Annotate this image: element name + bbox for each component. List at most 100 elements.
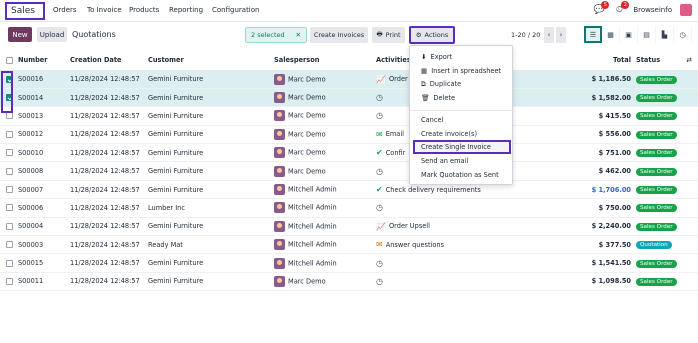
menu-to-invoice[interactable]: To Invoice: [87, 6, 122, 14]
customer-name: Gemini Furniture: [148, 185, 204, 194]
chart-icon[interactable]: 📈: [376, 75, 386, 84]
order-total-value: $ 2,240.00: [591, 222, 631, 231]
menu-item-insert-spreadsheet[interactable]: ▦ Insert in spreadsheet: [421, 65, 501, 77]
status-cell: Sales Order: [636, 107, 698, 125]
salesperson-name: Mitchell Admin: [288, 240, 337, 249]
optional-columns-icon[interactable]: ⇄: [686, 56, 692, 64]
menu-orders[interactable]: Orders: [53, 6, 77, 14]
create-invoices-button[interactable]: Create Invoices: [310, 27, 368, 43]
email-icon[interactable]: ✉: [376, 130, 383, 139]
table-row[interactable]: S00011 11/28/2024 12:48:57 Gemini Furnitur…: [0, 272, 698, 291]
order-total-value: $ 1,582.00: [591, 93, 631, 102]
user-avatar[interactable]: [680, 4, 692, 16]
menu-divider: [410, 110, 514, 111]
kanban-view-icon[interactable]: ▦: [602, 26, 620, 43]
order-number: S00011: [18, 277, 44, 286]
select-all-checkbox[interactable]: [6, 56, 13, 64]
header-total[interactable]: Total: [546, 51, 636, 71]
menu-item-create-invoices[interactable]: Create invoice(s): [421, 128, 477, 140]
clock-icon[interactable]: ◷: [376, 167, 383, 176]
menu-configuration[interactable]: Configuration: [212, 6, 259, 14]
salesperson-avatar: [274, 239, 285, 251]
creation-date: 11/28/2024 12:48:57: [70, 222, 140, 231]
menu-item-delete[interactable]: 🗑 Delete: [421, 92, 455, 104]
clock-icon[interactable]: ◷: [376, 111, 383, 120]
header-number[interactable]: Number: [18, 51, 70, 71]
menu-reporting[interactable]: Reporting: [169, 6, 203, 14]
activity-cell[interactable]: ◷: [376, 254, 546, 272]
menu-item-mark-sent[interactable]: Mark Quotation as Sent: [421, 169, 499, 181]
table-row[interactable]: S00013 11/28/2024 12:48:57 Gemini Furnitur…: [0, 107, 698, 126]
chart-icon[interactable]: 📈: [376, 222, 386, 231]
menu-item-cancel[interactable]: Cancel: [421, 114, 443, 126]
order-number: S00004: [18, 222, 44, 231]
menu-item-duplicate[interactable]: ⧉ Duplicate: [421, 78, 461, 90]
activity-clock-icon[interactable]: ⏲ 2: [613, 1, 630, 16]
table-row[interactable]: S00006 11/28/2024 12:48:57 Lumber Inc Mitch…: [0, 199, 698, 218]
table-row[interactable]: S00015 11/28/2024 12:48:57 Gemini Furnitur…: [0, 254, 698, 273]
clock-icon[interactable]: ◷: [376, 203, 383, 212]
menu-item-export[interactable]: ⬇ Export: [421, 51, 452, 63]
activity-view-icon[interactable]: ◷: [674, 26, 692, 43]
creation-date: 11/28/2024 12:48:57: [70, 240, 140, 249]
header-customer[interactable]: Customer: [148, 51, 274, 71]
status-badge: Sales Order: [636, 167, 677, 176]
table-row[interactable]: S00014 11/28/2024 12:48:57 Gemini Furnitur…: [0, 88, 698, 107]
order-total: $ 377.50: [546, 236, 636, 254]
order-number: S00008: [18, 167, 44, 176]
row-checkbox[interactable]: [6, 149, 13, 157]
pager-value[interactable]: 1-20 / 20: [511, 31, 540, 39]
clock-icon[interactable]: ◷: [376, 93, 383, 102]
salesperson-avatar: [274, 184, 285, 196]
creation-date: 11/28/2024 12:48:57: [70, 93, 140, 102]
actions-button[interactable]: ⚙ Actions: [409, 26, 455, 44]
header-status[interactable]: Status ⇄: [636, 51, 698, 71]
email-icon[interactable]: ✉: [376, 240, 383, 249]
check-icon[interactable]: ✔: [376, 185, 383, 194]
row-checkbox[interactable]: [6, 259, 13, 267]
row-checkbox[interactable]: [6, 167, 13, 175]
chat-icon[interactable]: 💬 5: [593, 1, 610, 16]
selection-counter[interactable]: 2 selected ✕: [245, 27, 307, 43]
graph-view-icon[interactable]: ▙: [656, 26, 674, 43]
table-row[interactable]: S00016 11/28/2024 12:48:57 Gemini Furnitur…: [0, 70, 698, 89]
upload-button[interactable]: Upload: [37, 27, 67, 42]
row-checkbox[interactable]: [6, 204, 13, 212]
row-checkbox[interactable]: [6, 130, 13, 138]
clock-icon[interactable]: ◷: [376, 259, 383, 268]
activity-cell[interactable]: 📈 Order Upsell: [376, 217, 546, 235]
order-total-value: $ 556.00: [598, 130, 631, 139]
table-row[interactable]: S00012 11/28/2024 12:48:57 Gemini Furnitur…: [0, 125, 698, 144]
check-icon[interactable]: ✔: [376, 148, 383, 157]
pager-next-button[interactable]: ›: [556, 27, 566, 43]
row-checkbox[interactable]: [6, 186, 13, 194]
row-checkbox[interactable]: [6, 277, 13, 285]
pager-previous-button[interactable]: ‹: [544, 27, 554, 43]
row-checkbox[interactable]: [6, 241, 13, 249]
app-name-sales[interactable]: Sales: [5, 2, 45, 20]
calendar-view-icon[interactable]: ▣: [620, 26, 638, 43]
activity-cell[interactable]: ◷: [376, 272, 546, 290]
menu-item-send-email[interactable]: Send an email: [421, 155, 468, 167]
table-row[interactable]: S00007 11/28/2024 12:48:57 Gemini Furnitur…: [0, 180, 698, 199]
row-checkbox[interactable]: [6, 222, 13, 230]
list-view-icon[interactable]: ☰: [584, 26, 602, 43]
menu-item-create-single-invoice[interactable]: Create Single Invoice: [421, 141, 491, 153]
header-creation-date[interactable]: Creation Date: [70, 51, 148, 71]
pivot-view-icon[interactable]: ▤: [638, 26, 656, 43]
table-row[interactable]: S00003 11/28/2024 12:48:57 Ready Mat Mitche…: [0, 236, 698, 254]
activity-cell[interactable]: ✉ Answer questions: [376, 236, 546, 254]
menu-products[interactable]: Products: [129, 6, 159, 14]
new-button[interactable]: New: [8, 27, 32, 42]
print-button[interactable]: 🖶 Print: [372, 27, 405, 43]
header-salesperson[interactable]: Salesperson: [274, 51, 376, 71]
company-name[interactable]: Browseinfo: [633, 6, 672, 14]
activity-cell[interactable]: ◷: [376, 199, 546, 217]
table-row[interactable]: S00004 11/28/2024 12:48:57 Gemini Furnitur…: [0, 217, 698, 236]
clear-selection-icon[interactable]: ✕: [296, 31, 301, 39]
salesperson-name: Marc Demo: [288, 148, 326, 157]
clock-icon[interactable]: ◷: [376, 277, 383, 286]
table-row[interactable]: S00008 11/28/2024 12:48:57 Gemini Furnitur…: [0, 162, 698, 181]
table-row[interactable]: S00010 11/28/2024 12:48:57 Gemini Furnitur…: [0, 144, 698, 162]
row-checkbox[interactable]: [6, 112, 13, 120]
